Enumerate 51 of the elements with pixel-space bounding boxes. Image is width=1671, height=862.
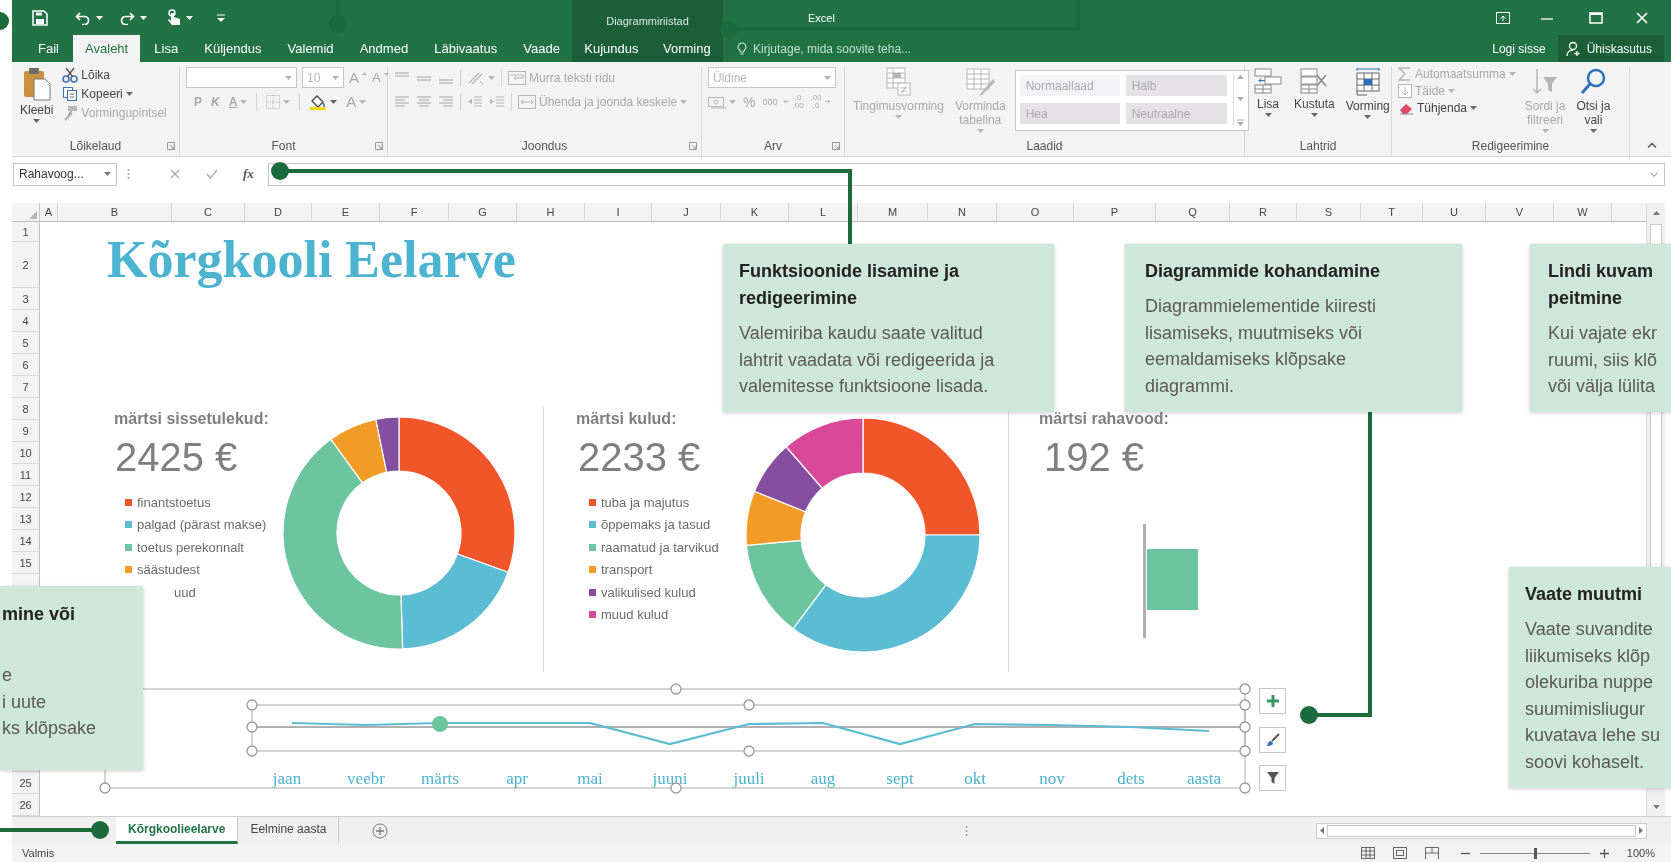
amount-value: 2233 € xyxy=(578,434,701,481)
legend-label: muud kulud xyxy=(601,606,669,622)
callout-heading: Diagrammide kohandamine xyxy=(1145,260,1382,283)
panel-label: märtsi sissetulekud: xyxy=(114,409,269,430)
status-text: Valmis xyxy=(21,847,55,860)
month-label: mai xyxy=(577,769,603,789)
month-label: nov xyxy=(1039,769,1065,789)
group-label: Font xyxy=(271,139,296,153)
month-label: juuli xyxy=(733,769,765,789)
legend-label: raamatud ja tarvikud xyxy=(601,539,719,555)
callout-text: Valemiriba kaudu saate valitud lahtrit vaadata või redigeerida ja valemitesse funktsioone lisada. xyxy=(739,322,996,398)
month-label: aug xyxy=(810,769,836,789)
group-label: Lahtrid xyxy=(1299,139,1337,153)
callout-text: Vaate suvandite liikumiseks klõp olekuriba nuppe suumimisliugur kuvatava lehe su soovi kohaselt. xyxy=(1525,618,1662,774)
month-label: märts xyxy=(421,769,459,789)
callout-heading: Vaate muutmi xyxy=(1525,583,1644,606)
legend-label: tuba ja majutus xyxy=(601,494,690,510)
legend-label: palgad (pärast makse) xyxy=(137,517,267,533)
callout-text: Kui vajate ekr ruumi, siis klõ või välja lülita xyxy=(1548,322,1659,398)
callout-text: e i uute ks klõpsake xyxy=(2,664,98,740)
amount-value: 192 € xyxy=(1044,434,1145,481)
month-label: juuni xyxy=(652,769,688,789)
legend-label: uud xyxy=(174,584,196,600)
group-label: Arv xyxy=(764,139,782,153)
callout-text: Diagrammielementide kiiresti lisamiseks, muutmiseks või eemaldamiseks klõpsake diagrammi. xyxy=(1145,295,1378,398)
panel-label: märtsi kulud: xyxy=(576,409,677,430)
group-label: Joondus xyxy=(521,139,568,153)
month-label: jaan xyxy=(272,769,302,789)
month-label: aasta xyxy=(1187,769,1221,789)
legend-label: säästudest xyxy=(137,562,200,578)
callout-heading: Lindi kuvam peitmine xyxy=(1548,260,1655,310)
legend-label: finantstoetus xyxy=(137,494,211,510)
legend-label: toetus perekonnalt xyxy=(137,539,244,555)
callout-heading: Funktsioonide lisamine ja redigeerimine xyxy=(739,260,961,310)
legend-label: valikulised kulud xyxy=(601,584,696,600)
month-label: veebr xyxy=(347,769,385,789)
legend-label: transport xyxy=(601,562,653,578)
app-title: Excel xyxy=(808,11,835,24)
context-group-label: Diagrammiriistad xyxy=(606,14,689,27)
panel-label: märtsi rahavood: xyxy=(1039,409,1169,430)
group-label: Lõikelaud xyxy=(69,139,122,153)
amount-value: 2425 € xyxy=(115,434,238,481)
legend-label: õppemaks ja tasud xyxy=(601,517,711,533)
callout-heading: mine või xyxy=(2,603,77,626)
month-label: dets xyxy=(1117,769,1145,789)
group-label: Laadid xyxy=(1026,139,1063,153)
sheet-title: Kõrgkooli Eelarve xyxy=(107,234,516,287)
month-label: sept xyxy=(886,769,914,789)
month-label: okt xyxy=(964,769,986,789)
group-label: Redigeerimine xyxy=(1471,139,1550,153)
month-label: apr xyxy=(506,769,528,789)
